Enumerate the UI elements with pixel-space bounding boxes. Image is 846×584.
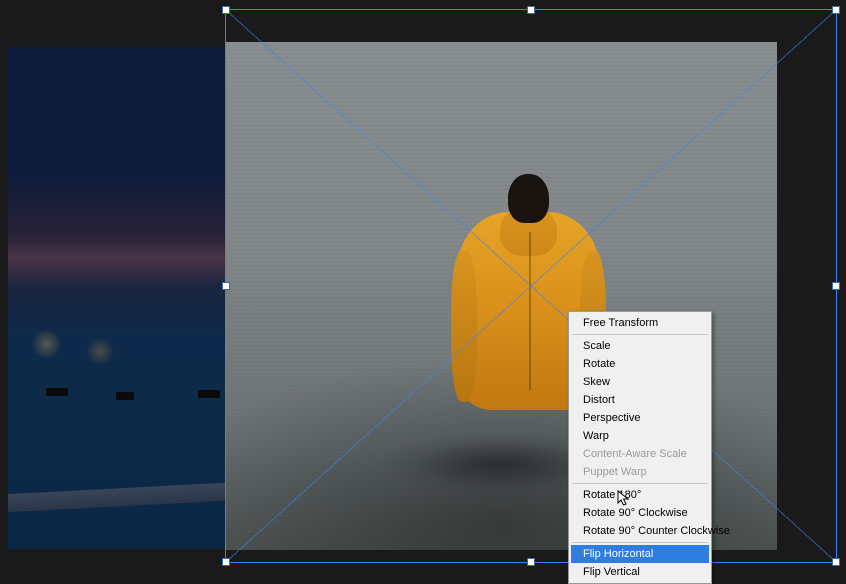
menu-item-content-aware-scale: Content-Aware Scale xyxy=(571,445,709,463)
transform-handle-bottom-left[interactable] xyxy=(222,558,230,566)
menu-item-flip-horizontal[interactable]: Flip Horizontal xyxy=(571,545,709,563)
menu-item-flip-vertical[interactable]: Flip Vertical xyxy=(571,563,709,581)
arm-left xyxy=(451,251,477,402)
head xyxy=(508,174,548,223)
menu-separator xyxy=(572,483,708,484)
menu-item-rotate-90-ccw[interactable]: Rotate 90° Counter Clockwise xyxy=(571,522,709,540)
menu-item-skew[interactable]: Skew xyxy=(571,373,709,391)
menu-item-distort[interactable]: Distort xyxy=(571,391,709,409)
menu-item-rotate-90-cw[interactable]: Rotate 90° Clockwise xyxy=(571,504,709,522)
transform-handle-top-middle[interactable] xyxy=(527,6,535,14)
transform-handle-top-right[interactable] xyxy=(832,6,840,14)
menu-item-perspective[interactable]: Perspective xyxy=(571,409,709,427)
menu-separator xyxy=(572,334,708,335)
menu-item-puppet-warp: Puppet Warp xyxy=(571,463,709,481)
transform-handle-top-left[interactable] xyxy=(222,6,230,14)
transform-handle-bottom-middle[interactable] xyxy=(527,558,535,566)
menu-item-warp[interactable]: Warp xyxy=(571,427,709,445)
transform-handle-bottom-right[interactable] xyxy=(832,558,840,566)
menu-item-scale[interactable]: Scale xyxy=(571,337,709,355)
transform-handle-middle-right[interactable] xyxy=(832,282,840,290)
transform-context-menu[interactable]: Free Transform ScaleRotateSkewDistortPers… xyxy=(568,311,712,584)
menu-item-rotate-180[interactable]: Rotate 180° xyxy=(571,486,709,504)
menu-separator xyxy=(572,542,708,543)
menu-item-free-transform[interactable]: Free Transform xyxy=(571,314,709,332)
menu-item-rotate[interactable]: Rotate xyxy=(571,355,709,373)
